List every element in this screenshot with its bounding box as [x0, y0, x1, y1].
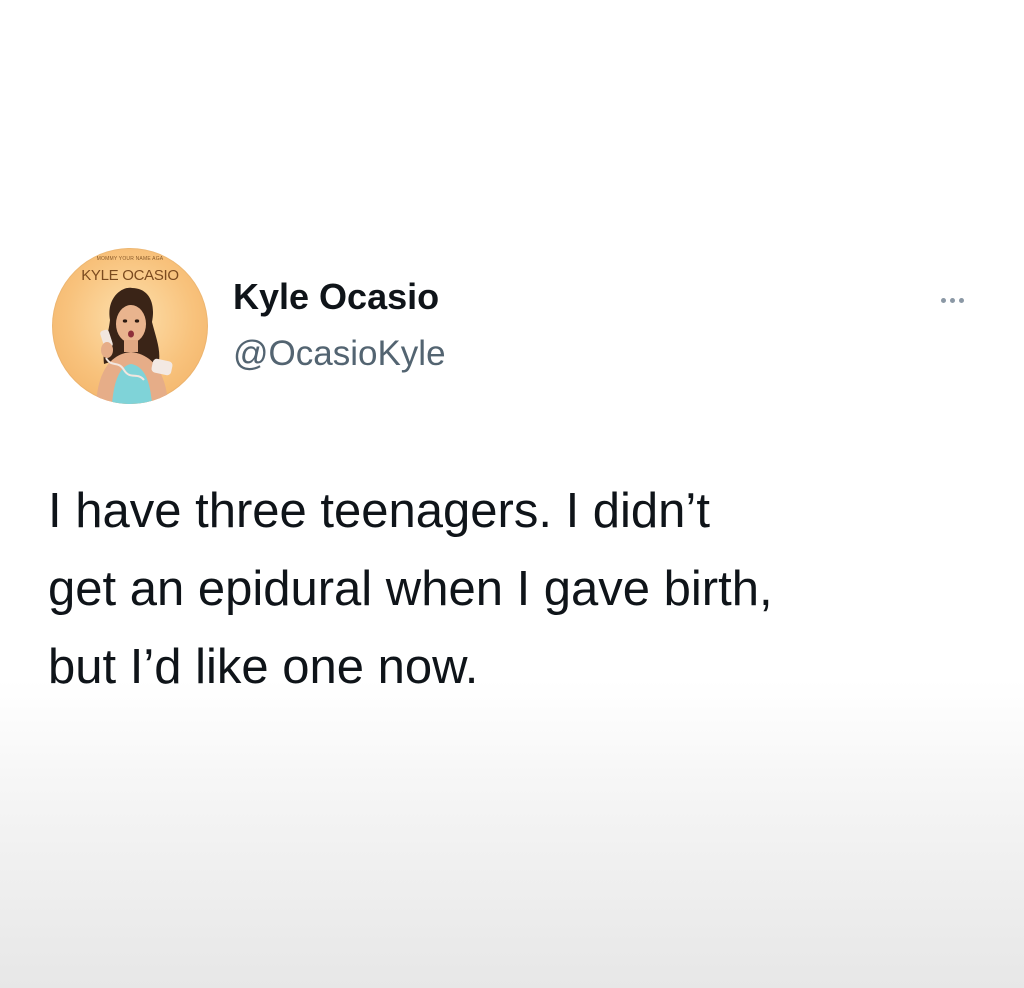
tweet-text-line: but I’d like one now.	[48, 640, 479, 694]
more-options-button[interactable]	[928, 288, 976, 312]
author-handle[interactable]: @OcasioKyle	[233, 332, 446, 376]
tweet-card: MOMMY YOUR NAME AGA KYLE OCASIO Kyle Oca…	[0, 0, 1024, 988]
avatar-tagline: MOMMY YOUR NAME AGA	[96, 256, 164, 262]
more-horizontal-icon	[949, 297, 955, 303]
more-horizontal-icon	[958, 297, 964, 303]
tweet-text-line: get an epidural when I gave birth,	[48, 562, 773, 616]
tweet-text: I have three teenagers. I didn’t get an …	[48, 472, 988, 706]
avatar[interactable]: MOMMY YOUR NAME AGA KYLE OCASIO	[52, 248, 208, 404]
more-horizontal-icon	[940, 297, 946, 303]
author-display-name[interactable]: Kyle Ocasio	[233, 275, 439, 319]
tweet-text-line: I have three teenagers. I didn’t	[48, 484, 710, 538]
avatar-name-text: KYLE OCASIO	[81, 267, 179, 284]
